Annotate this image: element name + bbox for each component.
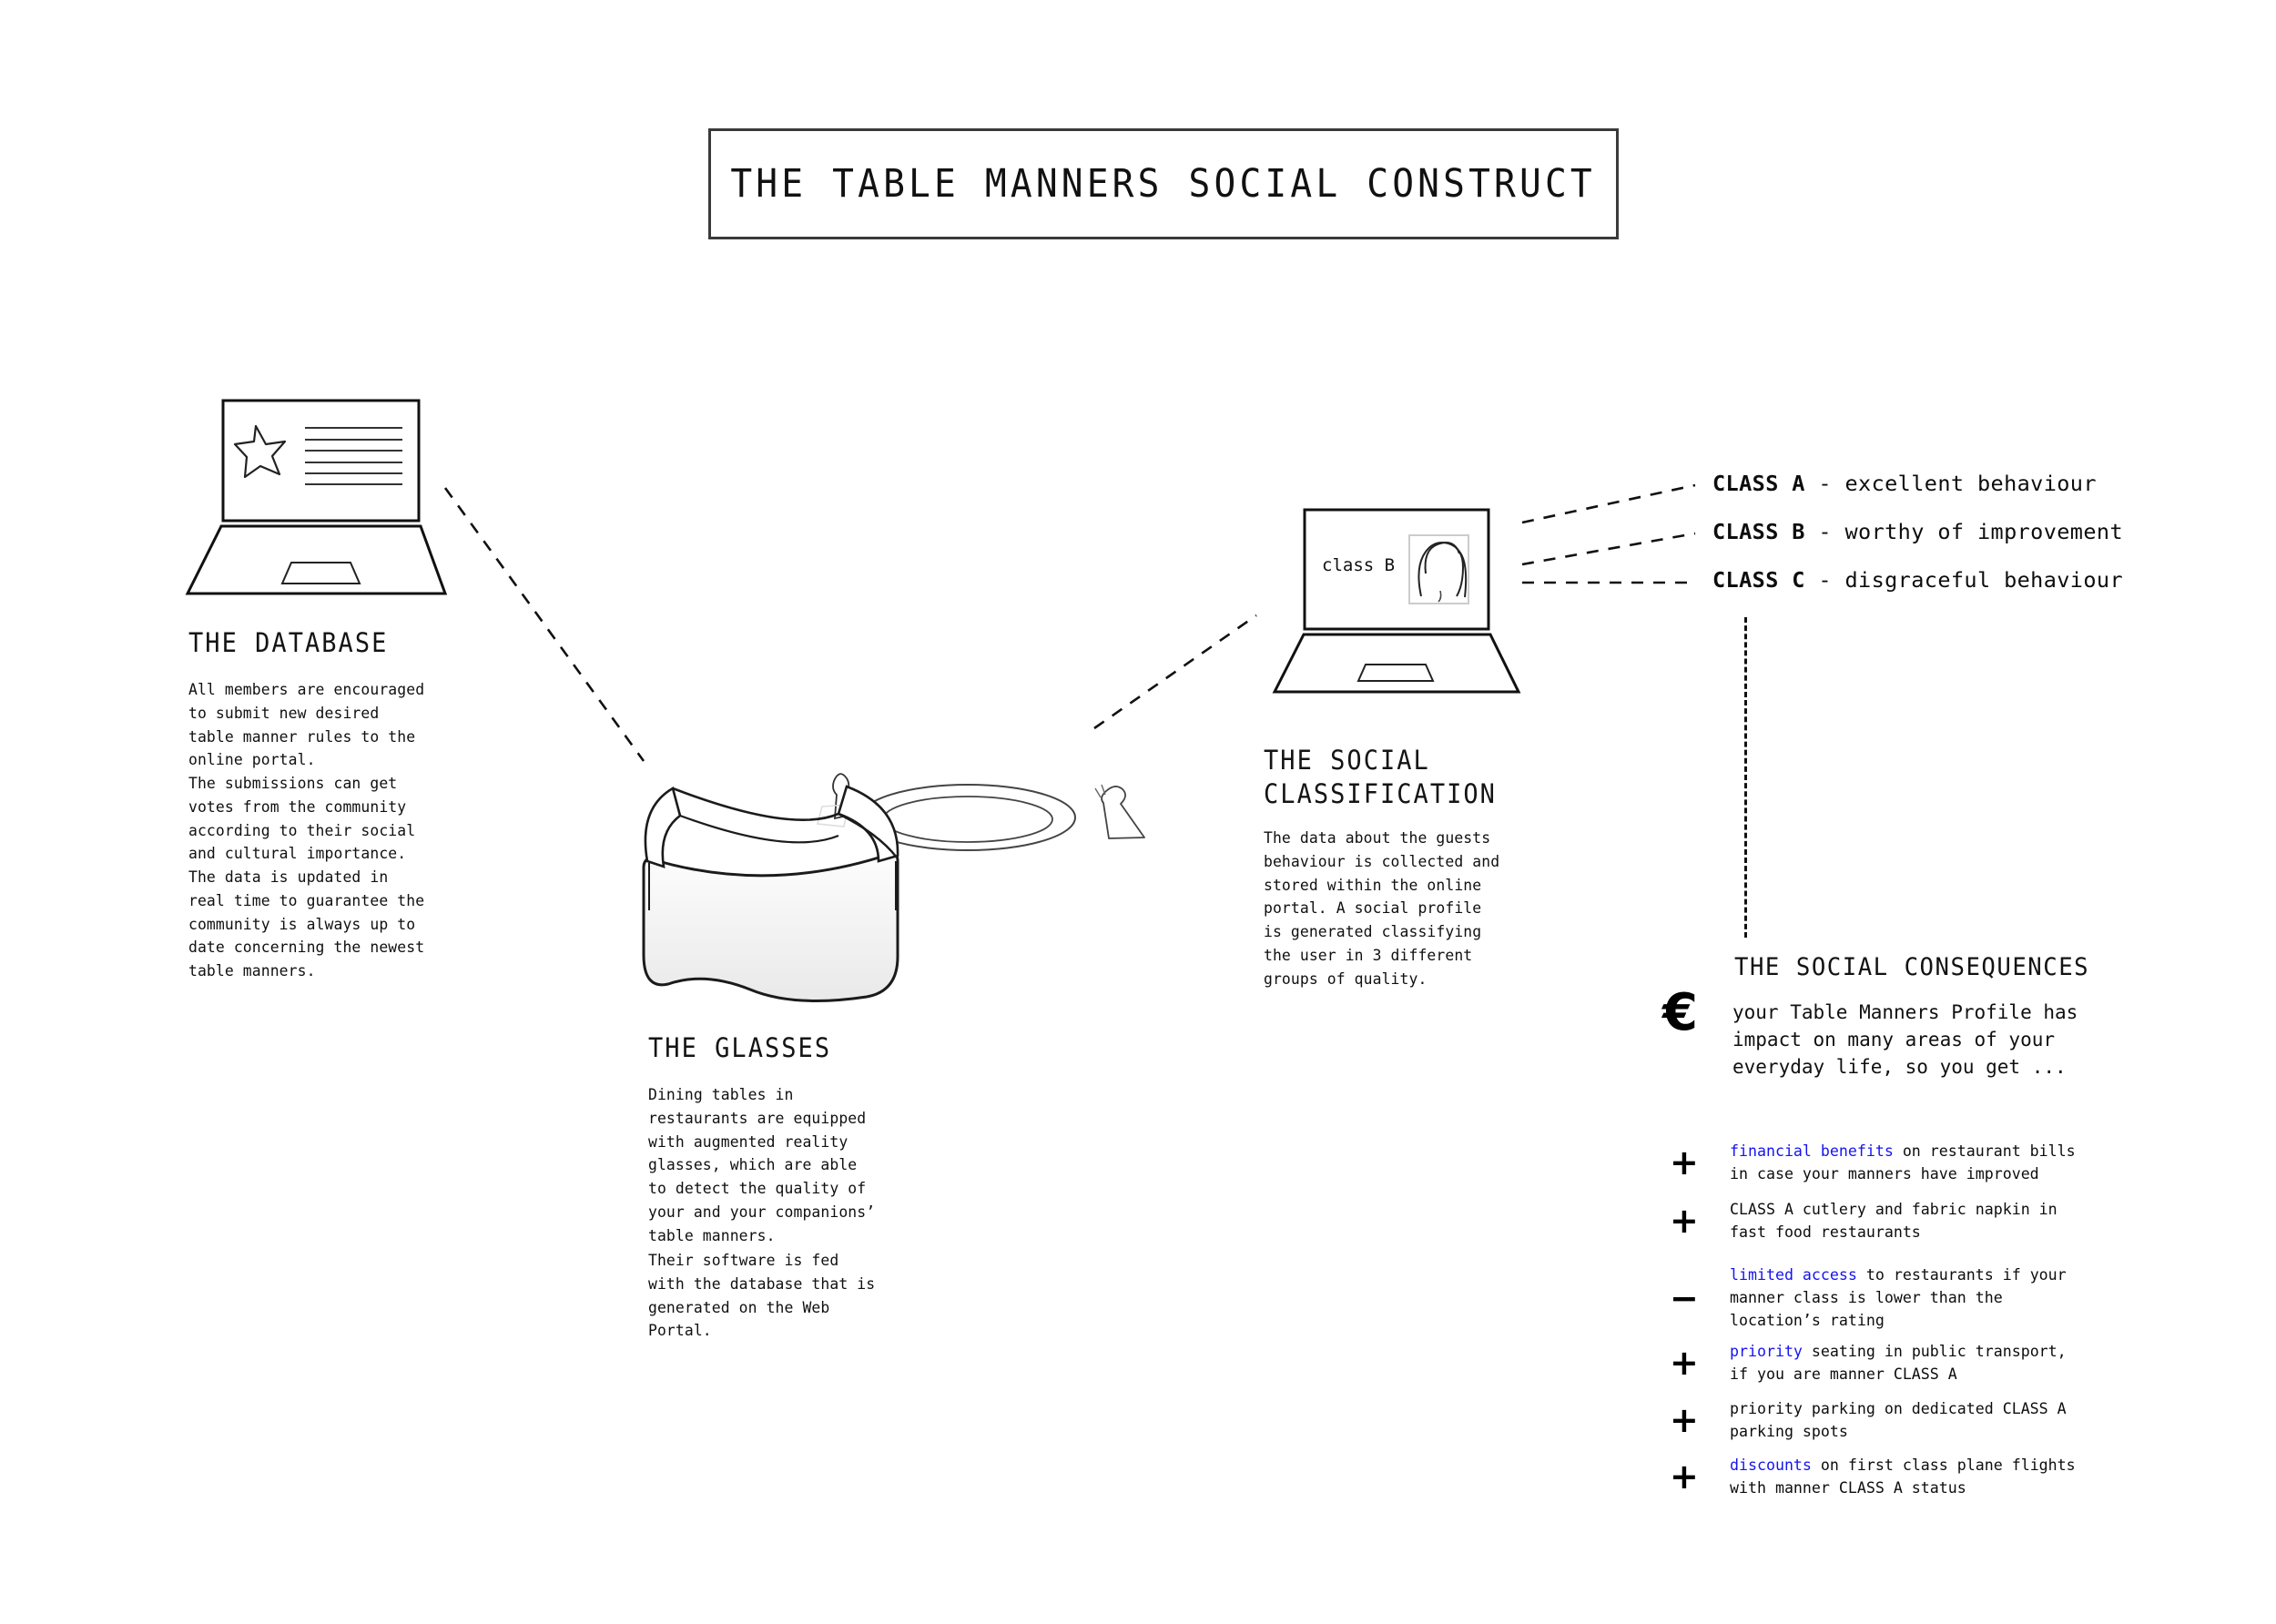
consequence-sign: + [1670,1400,1699,1441]
consequence-line2: if you are manner CLASS A [1730,1365,1957,1384]
consequences-heading: THE SOCIAL CONSEQUENCES [1734,953,2090,981]
consequence-text: CLASS A cutlery and fabric napkin in fas… [1730,1198,2058,1243]
diagram-canvas: THE TABLE MANNERS SOCIAL CONSTRUCT THE D… [0,0,2276,1624]
consequence-sign: + [1670,1457,1699,1497]
page-title-box: THE TABLE MANNERS SOCIAL CONSTRUCT [708,128,1619,239]
connector-glasses-to-classification [1093,614,1257,730]
consequence-rest: priority parking on dedicated CLASS A [1730,1400,2067,1417]
consequence-sign: + [1670,1142,1699,1183]
consequence-item: − limited access to restaurants if your … [1662,1264,2227,1333]
consequences-intro: your Table Manners Profile has impact on… [1732,1001,2078,1078]
glasses-heading: THE GLASSES [648,1032,832,1063]
class-a-key: CLASS A [1712,471,1805,496]
page-title: THE TABLE MANNERS SOCIAL CONSTRUCT [730,161,1597,207]
consequence-sign: − [1670,1277,1699,1318]
consequence-text: priority seating in public transport, if… [1730,1340,2067,1385]
class-c-key: CLASS C [1712,567,1805,593]
consequence-item: + priority seating in public transport, … [1662,1340,2227,1385]
class-row-c: CLASS C - disgraceful behaviour [1712,567,2123,593]
consequence-rest: on restaurant bills [1893,1142,2076,1160]
consequence-text: priority parking on dedicated CLASS A pa… [1730,1397,2067,1443]
class-a-desc: - excellent behaviour [1804,471,2097,496]
classification-heading: THE SOCIAL CLASSIFICATION [1264,745,1497,810]
consequence-text: financial benefits on restaurant bills i… [1730,1140,2076,1185]
classification-body: The data about the guests behaviour is c… [1264,829,1500,988]
consequence-highlight: financial benefits [1730,1142,1894,1160]
consequence-line2: manner class is lower than the location’… [1730,1289,2003,1330]
laptop-screen-class-label: class B [1322,555,1396,575]
class-b-desc: - worthy of improvement [1804,519,2124,544]
connector-class-b [1521,532,1696,566]
consequence-line2: with manner CLASS A status [1730,1479,1966,1497]
database-laptop-icon [185,399,448,595]
consequence-item: + discounts on first class plane flights… [1662,1454,2227,1499]
ar-glasses-icon [642,785,899,1002]
consequence-item: + financial benefits on restaurant bills… [1662,1140,2227,1185]
consequence-text: discounts on first class plane flights w… [1730,1454,2076,1499]
glasses-body-1: Dining tables in restaurants are equippe… [648,1086,876,1244]
class-b-key: CLASS B [1712,519,1805,544]
consequence-rest: CLASS A cutlery and fabric napkin in [1730,1201,2058,1218]
connector-class-a [1521,483,1696,524]
consequence-sign: + [1670,1201,1699,1242]
consequence-text: limited access to restaurants if your ma… [1730,1264,2067,1333]
consequence-rest: to restaurants if your [1856,1266,2067,1284]
class-row-a: CLASS A - excellent behaviour [1712,471,2097,496]
plate-icon [859,784,1076,851]
euro-icon: € [1662,983,1698,1042]
consequence-highlight: discounts [1730,1457,1812,1474]
consequence-item: + priority parking on dedicated CLASS A … [1662,1397,2227,1443]
consequence-highlight: limited access [1730,1266,1857,1284]
fork-icon [816,773,850,827]
knife-icon [1094,784,1145,839]
consequence-sign: + [1670,1343,1699,1384]
classification-laptop-icon [1272,508,1521,694]
vertical-dashed-divider [1744,617,1747,938]
class-c-desc: - disgraceful behaviour [1804,567,2124,593]
class-row-b: CLASS B - worthy of improvement [1712,519,2123,544]
consequence-line2: in case your manners have improved [1730,1165,2039,1183]
consequence-rest: on first class plane flights [1811,1457,2076,1474]
consequence-line2: parking spots [1730,1423,1848,1441]
consequence-rest: seating in public transport, [1802,1343,2067,1360]
glasses-body-2: Their software is fed with the database … [648,1252,876,1340]
consequence-highlight: priority [1730,1343,1803,1360]
database-body: All members are encouraged to submit new… [188,681,425,979]
consequence-line2: fast food restaurants [1730,1223,1921,1242]
database-heading: THE DATABASE [188,627,389,658]
consequence-item: + CLASS A cutlery and fabric napkin in f… [1662,1198,2227,1243]
